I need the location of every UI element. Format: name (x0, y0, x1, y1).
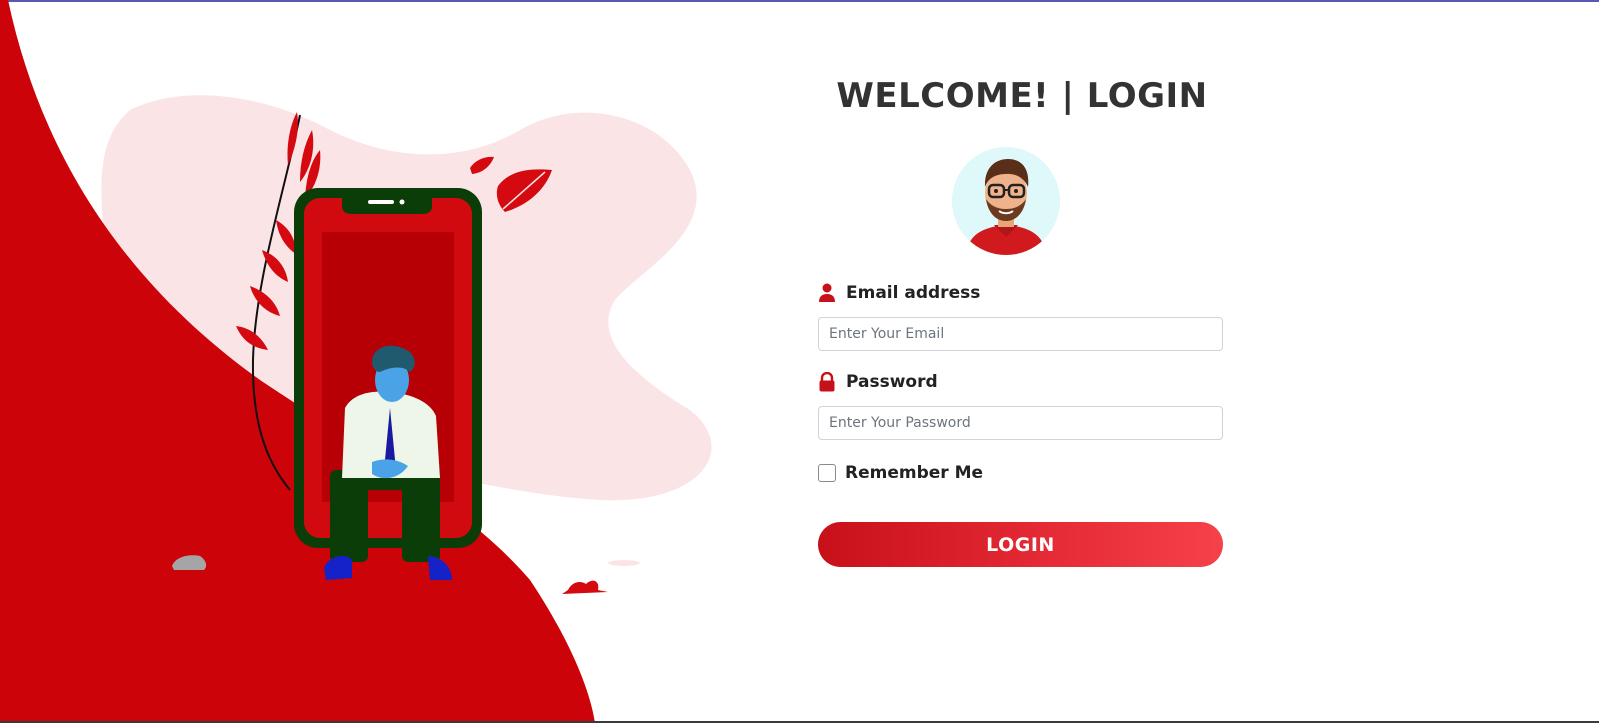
password-label-text: Password (846, 372, 938, 392)
avatar-image (952, 147, 1060, 255)
remember-me-checkbox[interactable] (818, 464, 836, 482)
login-button[interactable]: LOGIN (818, 522, 1223, 567)
avatar (952, 147, 1060, 255)
remember-me-label: Remember Me (845, 463, 984, 483)
user-icon (818, 283, 836, 303)
email-input[interactable] (818, 317, 1223, 351)
remember-me[interactable]: Remember Me (818, 462, 983, 484)
page-title: WELCOME! | LOGIN (836, 76, 1208, 116)
ground-plant (562, 580, 608, 594)
email-label-text: Email address (846, 283, 981, 303)
login-illustration (0, 0, 712, 723)
lock-icon (818, 371, 836, 392)
password-label: Password (818, 370, 938, 394)
email-label: Email address (818, 281, 980, 305)
password-input[interactable] (818, 406, 1223, 440)
login-panel: WELCOME! | LOGIN Email address Passw (818, 0, 1226, 723)
